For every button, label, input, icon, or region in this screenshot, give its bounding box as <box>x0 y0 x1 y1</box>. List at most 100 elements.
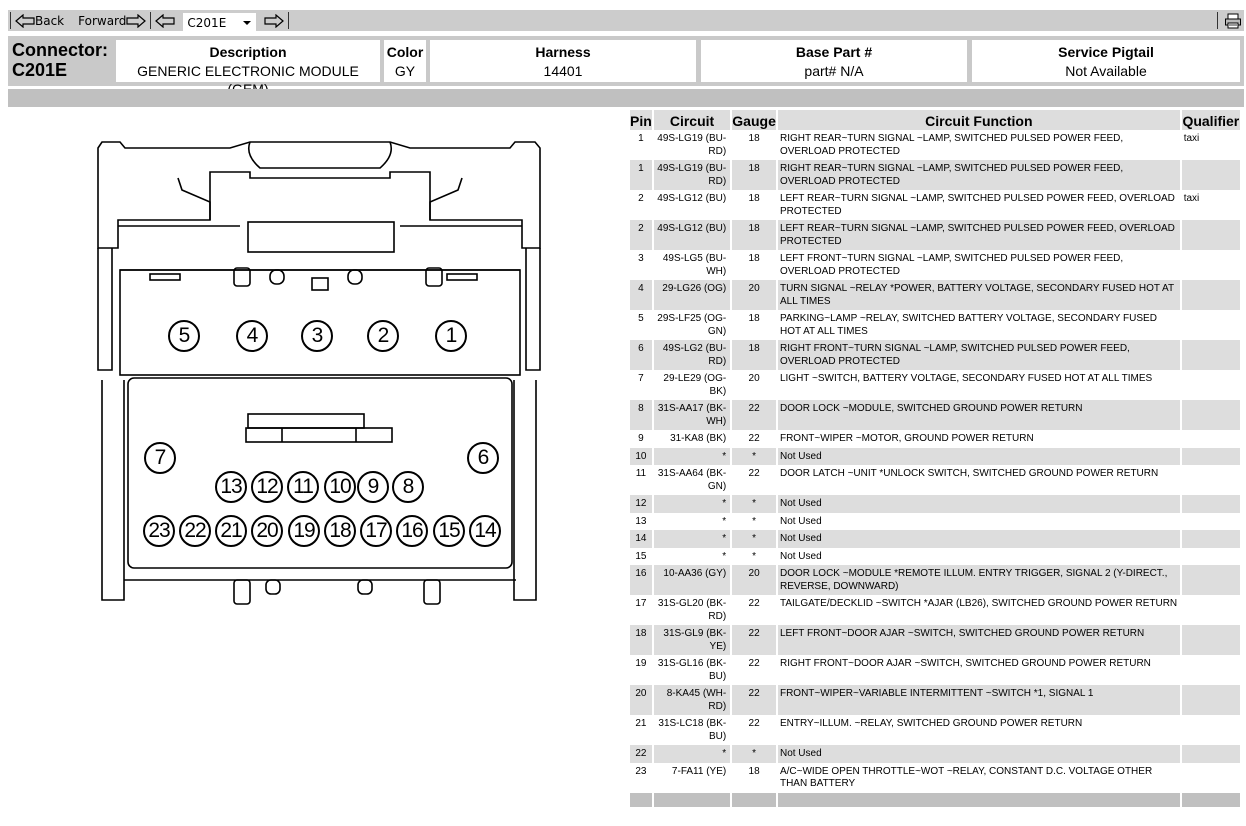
footer-cell <box>732 792 776 807</box>
print-area <box>1215 10 1242 31</box>
table-footer-row <box>630 792 1240 807</box>
pin-circle: 16 <box>396 515 428 547</box>
next-connector-button[interactable] <box>262 10 286 31</box>
pin-cell: 1 <box>630 160 652 190</box>
qualifier-cell <box>1181 400 1240 430</box>
table-row: 15 * * Not Used <box>630 548 1240 566</box>
forward-label: Forward <box>78 13 127 28</box>
circuit-cell: 49S-LG5 (BU-WH) <box>662 253 727 277</box>
footer-cell <box>1181 792 1240 807</box>
gauge-cell: 20 <box>748 373 760 384</box>
circuit-cell: 29-LG26 (OG) <box>653 280 731 310</box>
circuit-cell: 29S-LF25 (OG-GN) <box>657 313 727 337</box>
table-row: 7 29-LE29 (OG-BK) 20 LIGHT ~SWITCH, BATTERY… <box>630 370 1240 400</box>
circuit-cell: 49S-LG19 (BU-RD) <box>653 160 731 190</box>
gauge-cell: 18 <box>732 160 776 190</box>
circuit-function-cell: Not Used <box>777 745 1180 763</box>
connector-label: Connector: <box>12 40 108 60</box>
circuit-function-cell: FRONT~WIPER~VARIABLE INTERMITTENT ~SWITC… <box>777 685 1180 715</box>
gauge-cell: 18 <box>748 133 760 144</box>
circuit-function-cell: Not Used <box>777 530 1180 548</box>
column-header-circuit-function: Circuit Function <box>777 110 1180 130</box>
table-row: 18 31S-GL9 (BK-YE) 22 LEFT FRONT~DOOR AJAR … <box>630 625 1240 655</box>
gauge-cell: 18 <box>748 253 760 264</box>
circuit-cell: * <box>653 530 731 548</box>
print-icon[interactable] <box>1224 13 1242 29</box>
back-button[interactable]: Back <box>13 10 66 31</box>
chevron-down-icon <box>243 20 252 25</box>
circuit-cell: 8-KA45 (WH-RD) <box>653 685 731 715</box>
gauge-cell: 22 <box>732 400 776 430</box>
circuit-function-cell: RIGHT FRONT~DOOR AJAR ~SWITCH, SWITCHED … <box>779 658 1151 669</box>
circuit-function-cell: LEFT REAR~TURN SIGNAL ~LAMP, SWITCHED PU… <box>779 193 1175 217</box>
qualifier-cell <box>1182 370 1240 400</box>
qualifier-cell <box>1182 465 1240 495</box>
qualifier-cell: taxi <box>1183 193 1200 204</box>
qualifier-cell <box>1181 530 1240 548</box>
base-part-value: part# N/A <box>804 63 864 79</box>
connector-header: Connector: C201E Description GENERIC ELE… <box>8 36 1244 97</box>
pin-circle: 13 <box>215 471 247 503</box>
gauge-cell: * <box>752 515 757 527</box>
gauge-cell: 22 <box>732 625 776 655</box>
pin-circle: 14 <box>469 515 501 547</box>
gauge-cell: 22 <box>748 468 760 479</box>
qualifier-cell <box>1182 715 1240 745</box>
qualifier-cell <box>1181 280 1240 310</box>
table-row: 3 49S-LG5 (BU-WH) 18 LEFT FRONT~TURN SIGNAL… <box>630 250 1240 280</box>
pin-cell: 10 <box>630 447 652 465</box>
circuit-cell: 31S-GL16 (BK-BU) <box>657 658 727 682</box>
pin-cell: 14 <box>630 530 652 548</box>
gauge-cell: 20 <box>732 565 776 595</box>
table-row: 12 * * Not Used <box>630 495 1240 513</box>
circuit-function-cell: LEFT FRONT~TURN SIGNAL ~LAMP, SWITCHED P… <box>779 253 1124 277</box>
connector-select[interactable]: C201E <box>183 12 257 31</box>
gauge-cell: * <box>732 495 776 513</box>
toolbar-divider <box>10 12 11 29</box>
circuit-function-cell: TAILGATE/DECKLID ~SWITCH *AJAR (LB26), S… <box>779 598 1178 609</box>
harness-value: 14401 <box>543 63 583 79</box>
connector-id: C201E <box>12 60 68 80</box>
table-row: 5 29S-LF25 (OG-GN) 18 PARKING~LAMP ~RELAY, … <box>630 310 1240 340</box>
footer-cell <box>653 792 731 807</box>
pin-circle: 2 <box>367 320 399 352</box>
forward-button[interactable]: Forward <box>76 10 148 31</box>
table-row: 13 * * Not Used <box>630 513 1240 531</box>
back-arrow-icon <box>15 13 35 28</box>
navigation-toolbar: Back Forward C201E <box>8 10 1244 31</box>
next-arrow-icon <box>264 13 285 28</box>
column-header-gauge: Gauge <box>732 110 776 130</box>
table-row: 22 * * Not Used <box>630 745 1240 763</box>
qualifier-cell <box>1182 310 1240 340</box>
gauge-cell: * <box>732 745 776 763</box>
qualifier-cell <box>1182 763 1240 793</box>
pin-circle: 10 <box>324 471 356 503</box>
description-heading: Description <box>209 44 287 60</box>
qualifier-cell <box>1181 495 1240 513</box>
toolbar-divider <box>1217 12 1218 29</box>
qualifier-cell <box>1181 160 1240 190</box>
table-row: 9 31-KA8 (BK) 22 FRONT~WIPER ~MOTOR, GROUND… <box>630 430 1240 448</box>
circuit-function-cell: RIGHT REAR~TURN SIGNAL ~LAMP, SWITCHED P… <box>777 160 1180 190</box>
qualifier-cell <box>1181 340 1240 370</box>
gauge-cell: 22 <box>748 433 760 444</box>
circuit-function-cell: RIGHT REAR~TURN SIGNAL ~LAMP, SWITCHED P… <box>779 133 1124 157</box>
previous-connector-button[interactable] <box>153 10 177 31</box>
circuit-cell: 31-KA8 (BK) <box>670 433 727 444</box>
table-row: 4 29-LG26 (OG) 20 TURN SIGNAL ~RELAY *POWER… <box>630 280 1240 310</box>
column-header-circuit: Circuit <box>653 110 731 130</box>
table-row: 1 49S-LG19 (BU-RD) 18 RIGHT REAR~TURN SIGNA… <box>630 160 1240 190</box>
qualifier-cell: taxi <box>1183 133 1200 144</box>
pin-cell: 16 <box>630 565 652 595</box>
table-row: 2 49S-LG12 (BU) 18 LEFT REAR~TURN SIGNAL ~L… <box>630 190 1240 220</box>
table-row: 17 31S-GL20 (BK-RD) 22 TAILGATE/DECKLID ~SW… <box>630 595 1240 625</box>
table-row: 6 49S-LG2 (BU-RD) 18 RIGHT FRONT~TURN SIGNA… <box>630 340 1240 370</box>
qualifier-cell <box>1181 745 1240 763</box>
circuit-function-cell: DOOR LOCK ~MODULE, SWITCHED GROUND POWER… <box>777 400 1180 430</box>
circuit-cell: 29-LE29 (OG-BK) <box>663 373 727 397</box>
circuit-cell: * <box>653 447 731 465</box>
table-header-row: Pin Circuit Gauge Circuit Function Quali… <box>630 110 1240 130</box>
circuit-function-cell: A/C~WIDE OPEN THROTTLE~WOT ~RELAY, CONST… <box>779 765 1153 790</box>
circuit-cell: 49S-LG19 (BU-RD) <box>657 133 727 157</box>
table-row: 11 31S-AA64 (BK-GN) 22 DOOR LATCH ~UNIT *UN… <box>630 465 1240 495</box>
